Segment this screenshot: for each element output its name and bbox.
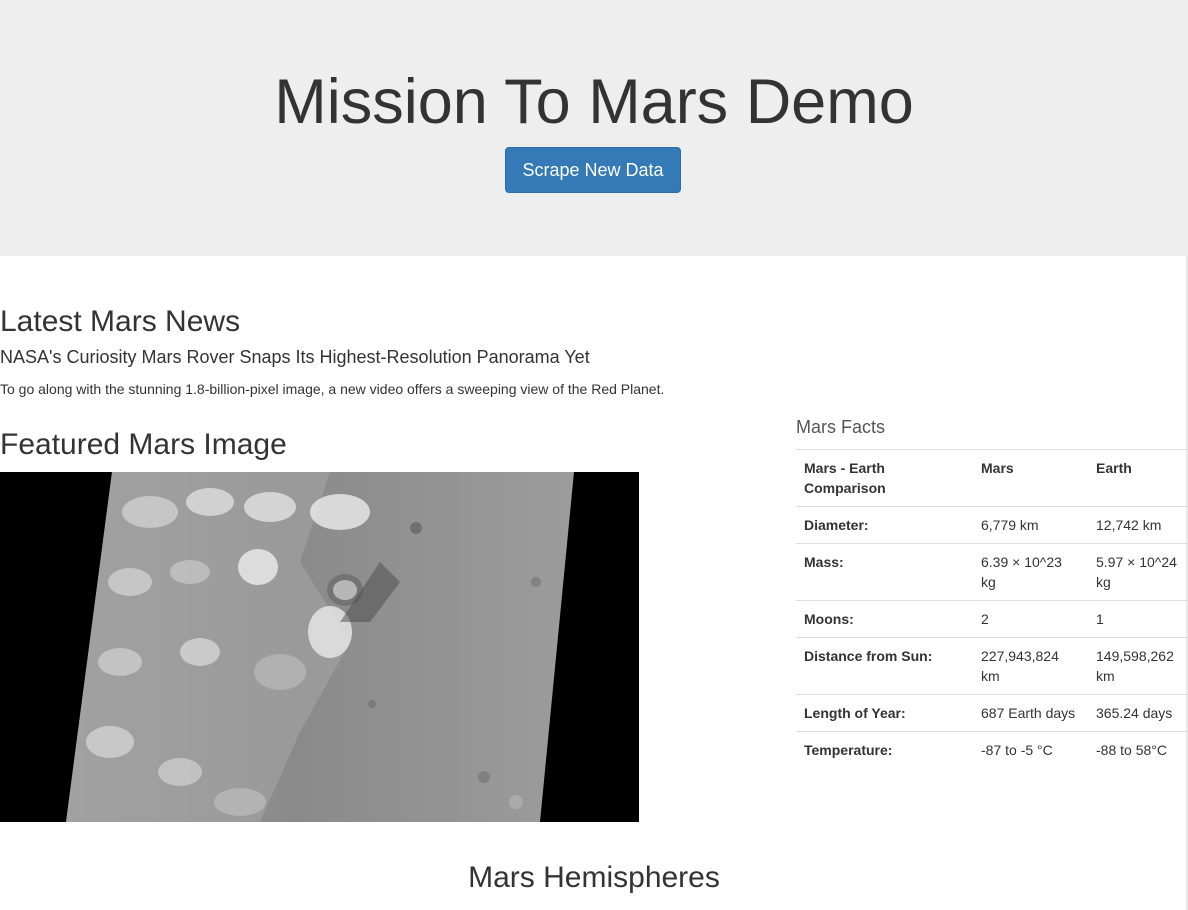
news-teaser: To go along with the stunning 1.8-billio… — [0, 381, 665, 397]
table-cell-earth: 5.97 × 10^24 kg — [1088, 543, 1187, 601]
table-cell-earth: -88 to 58°C — [1088, 731, 1187, 768]
table-cell-earth: 1 — [1088, 600, 1187, 638]
table-cell-mars: 687 Earth days — [973, 694, 1088, 732]
table-header-row: Mars - Earth Comparison Mars Earth — [796, 449, 1187, 507]
table-row-label: Mass: — [796, 543, 973, 601]
hemispheres-heading: Mars Hemispheres — [468, 861, 720, 894]
scrape-new-data-button[interactable]: Scrape New Data — [505, 147, 681, 193]
news-title: NASA's Curiosity Mars Rover Snaps Its Hi… — [0, 347, 590, 367]
latest-news-heading: Latest Mars News — [0, 305, 241, 338]
table-header-cell: Earth — [1088, 449, 1187, 507]
table-cell-mars: 6.39 × 10^23 kg — [973, 543, 1088, 601]
table-header-cell: Mars - Earth Comparison — [796, 449, 973, 507]
table-cell-mars: -87 to -5 °C — [973, 731, 1088, 768]
table-cell-mars: 6,779 km — [973, 506, 1088, 544]
mars-facts-table: Mars - Earth Comparison Mars Earth Diame… — [796, 449, 1187, 768]
mars-facts-caption: Mars Facts — [796, 417, 886, 437]
table-row: Mass: 6.39 × 10^23 kg 5.97 × 10^24 kg — [796, 543, 1187, 601]
table-row: Temperature: -87 to -5 °C -88 to 58°C — [796, 731, 1187, 768]
jumbotron-header: Mission To Mars Demo Scrape New Data — [0, 0, 1188, 256]
table-cell-mars: 227,943,824 km — [973, 637, 1088, 695]
table-cell-earth: 12,742 km — [1088, 506, 1187, 544]
featured-mars-image — [0, 472, 639, 822]
table-row-label: Temperature: — [796, 731, 973, 768]
table-row-label: Moons: — [796, 600, 973, 638]
page-title: Mission To Mars Demo — [274, 67, 914, 137]
table-cell-earth: 149,598,262 km — [1088, 637, 1187, 695]
table-row: Moons: 2 1 — [796, 600, 1187, 638]
table-row-label: Distance from Sun: — [796, 637, 973, 695]
table-row: Distance from Sun: 227,943,824 km 149,59… — [796, 637, 1187, 695]
table-row: Length of Year: 687 Earth days 365.24 da… — [796, 694, 1187, 732]
table-cell-earth: 365.24 days — [1088, 694, 1187, 732]
table-row-label: Length of Year: — [796, 694, 973, 732]
featured-image-heading: Featured Mars Image — [0, 428, 287, 461]
table-header-cell: Mars — [973, 449, 1088, 507]
table-row-label: Diameter: — [796, 506, 973, 544]
table-cell-mars: 2 — [973, 600, 1088, 638]
table-row: Diameter: 6,779 km 12,742 km — [796, 506, 1187, 544]
